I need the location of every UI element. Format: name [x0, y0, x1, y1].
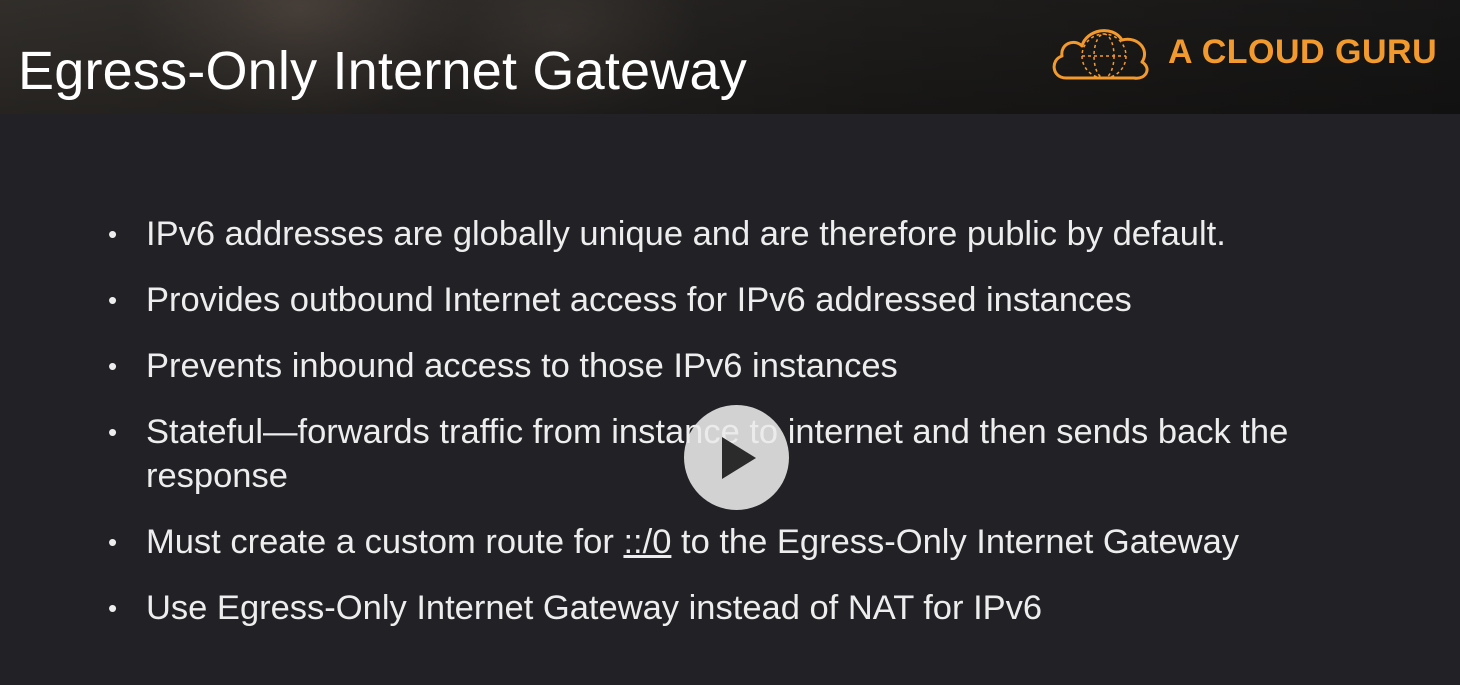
- cloud-logo-icon: [1052, 29, 1149, 80]
- bullet-text-after: to the Egress-Only Internet Gateway: [671, 523, 1240, 561]
- list-item: • Provides outbound Internet access for …: [104, 278, 1364, 322]
- bullet-text: Prevents inbound access to those IPv6 in…: [146, 347, 898, 385]
- bullet-marker: •: [108, 593, 118, 623]
- bullet-marker: •: [108, 219, 118, 249]
- bullet-text: IPv6 addresses are globally unique and a…: [146, 215, 1226, 253]
- bullet-text: Use Egress-Only Internet Gateway instead…: [146, 589, 1043, 627]
- bullet-text: Provides outbound Internet access for IP…: [146, 281, 1132, 319]
- list-item: • IPv6 addresses are globally unique and…: [104, 212, 1364, 256]
- slide-header: Egress-Only Internet Gateway A CLOUD GUR…: [0, 0, 1460, 114]
- bullet-marker: •: [108, 527, 118, 557]
- brand-name: A CLOUD GURU: [1168, 33, 1438, 71]
- route-cidr-text: ::/0: [623, 523, 672, 561]
- brand: A CLOUD GURU: [1046, 20, 1446, 84]
- list-item: • Use Egress-Only Internet Gateway inste…: [104, 586, 1364, 630]
- play-button[interactable]: [684, 405, 789, 510]
- bullet-marker: •: [108, 285, 118, 315]
- slide-title: Egress-Only Internet Gateway: [18, 41, 747, 101]
- bullet-text: Must create a custom route for ::/0 to t…: [146, 523, 1239, 561]
- play-icon: [722, 437, 756, 479]
- bullet-marker: •: [108, 351, 118, 381]
- bullet-text-before: Must create a custom route for: [146, 523, 624, 561]
- list-item: • Prevents inbound access to those IPv6 …: [104, 344, 1364, 388]
- list-item: • Must create a custom route for ::/0 to…: [104, 520, 1364, 564]
- bullet-marker: •: [108, 417, 118, 447]
